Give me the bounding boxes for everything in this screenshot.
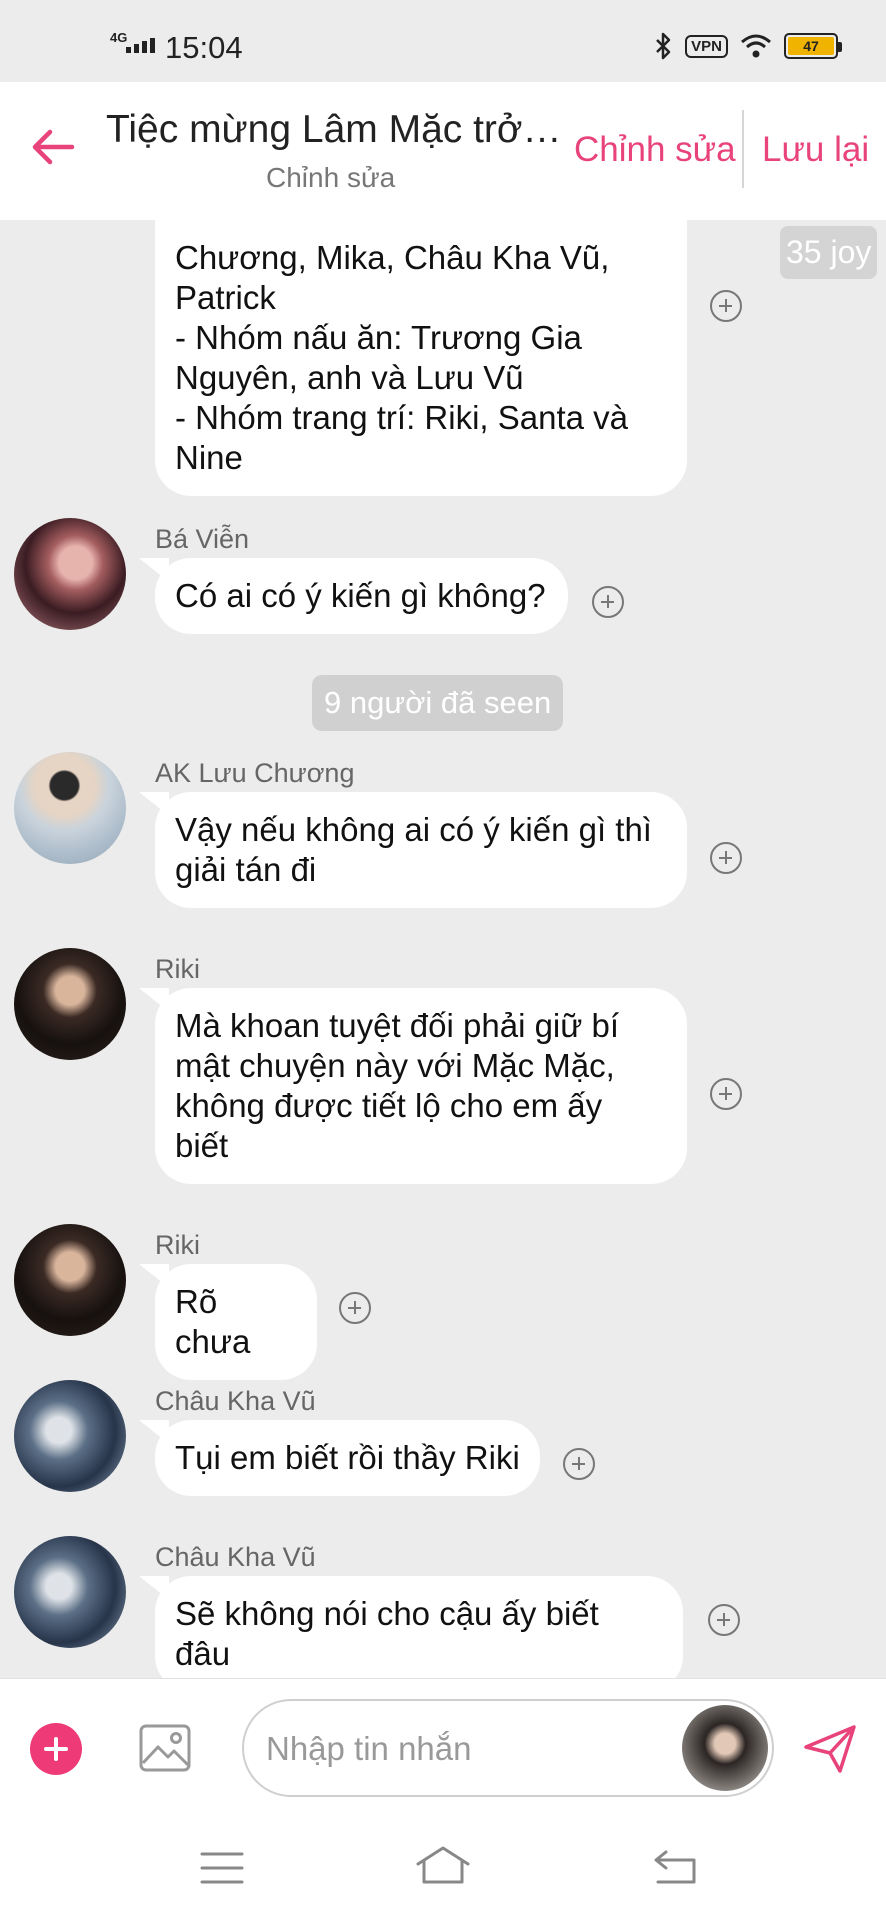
send-icon[interactable] xyxy=(802,1721,858,1777)
sender-name: Châu Kha Vũ xyxy=(155,1386,316,1416)
save-button[interactable]: Lưu lại xyxy=(762,130,869,170)
back-icon[interactable] xyxy=(652,1848,698,1886)
network-type: 4G xyxy=(110,30,128,45)
avatar[interactable] xyxy=(14,518,126,630)
vpn-badge: VPN xyxy=(685,34,728,58)
image-icon[interactable] xyxy=(138,1721,192,1775)
message-line: không được tiết lộ cho em ấy xyxy=(175,1087,603,1124)
message-line: biết xyxy=(175,1127,229,1164)
message-line: Patrick xyxy=(175,279,276,316)
message-line: Nine xyxy=(175,439,243,476)
message-list[interactable]: Chương, Mika, Châu Kha Vũ, Patrick - Nhó… xyxy=(0,220,886,1678)
avatar[interactable] xyxy=(14,948,126,1060)
status-time: 15:04 xyxy=(165,30,243,65)
sender-name: AK Lưu Chương xyxy=(155,758,355,788)
message-line: Có ai có ý kiến gì không? xyxy=(175,577,546,614)
seen-notice: 9 người đã seen xyxy=(312,675,564,731)
message-line: - Nhóm nấu ăn: Trương Gia xyxy=(175,319,582,356)
message-line: Chương, Mika, Châu Kha Vũ, xyxy=(175,239,610,276)
composer-bar xyxy=(0,1678,886,1818)
message-line: - Nhóm trang trí: Riki, Santa và xyxy=(175,399,628,436)
status-bar: 4G 15:04 VPN 47 xyxy=(0,0,886,82)
chat-title: Tiệc mừng Lâm Mặc trở … xyxy=(106,108,566,151)
message-bubble[interactable]: Tụi em biết rồi thầy Riki xyxy=(155,1420,540,1496)
menu-icon[interactable] xyxy=(200,1850,244,1886)
message-line: Mà khoan tuyệt đối phải giữ bí xyxy=(175,1007,620,1044)
add-reaction-button[interactable] xyxy=(708,1604,740,1636)
chat-subtitle: Chỉnh sửa xyxy=(266,162,396,193)
bluetooth-icon xyxy=(656,32,671,60)
message-bubble[interactable]: Sẽ không nói cho cậu ấy biết đâu xyxy=(155,1576,683,1678)
avatar[interactable] xyxy=(14,1380,126,1492)
message-bubble[interactable]: Mà khoan tuyệt đối phải giữ bí mật chuyệ… xyxy=(155,988,687,1184)
signal-icon xyxy=(126,38,155,53)
add-reaction-button[interactable] xyxy=(563,1448,595,1480)
status-icons: VPN 47 xyxy=(655,32,842,60)
message-bubble[interactable]: Có ai có ý kiến gì không? xyxy=(155,558,568,634)
add-reaction-button[interactable] xyxy=(339,1292,371,1324)
sender-name: Riki xyxy=(155,1230,200,1260)
chat-header: Tiệc mừng Lâm Mặc trở … Chỉnh sửa Chỉnh … xyxy=(0,82,886,220)
avatar[interactable] xyxy=(682,1705,768,1791)
sender-name: Riki xyxy=(155,954,200,984)
battery-level: 47 xyxy=(788,37,834,55)
avatar[interactable] xyxy=(14,1224,126,1336)
home-icon[interactable] xyxy=(414,1844,472,1888)
message-line: Sẽ không nói cho cậu ấy biết đâu xyxy=(175,1595,599,1672)
add-reaction-button[interactable] xyxy=(710,842,742,874)
message-bubble[interactable]: Chương, Mika, Châu Kha Vũ, Patrick - Nhó… xyxy=(155,220,687,496)
wifi-icon xyxy=(741,34,771,58)
add-reaction-button[interactable] xyxy=(592,586,624,618)
sender-name: Bá Viễn xyxy=(155,524,250,554)
message-line: Rõ chưa xyxy=(175,1283,251,1360)
message-line: Nguyên, anh và Lưu Vũ xyxy=(175,359,524,396)
system-nav-bar xyxy=(0,1818,886,1920)
header-divider xyxy=(742,110,744,188)
message-bubble[interactable]: Rõ chưa xyxy=(155,1264,317,1380)
arrow-left-icon[interactable] xyxy=(28,122,78,172)
message-line: Tụi em biết rồi thầy Riki xyxy=(175,1439,520,1476)
message-line: giải tán đi xyxy=(175,851,317,888)
message-line: Vậy nếu không ai có ý kiến gì thì xyxy=(175,811,652,848)
message-input[interactable] xyxy=(266,1725,666,1773)
edit-button[interactable]: Chỉnh sửa xyxy=(574,130,736,170)
joy-badge: 35 joy xyxy=(780,226,878,279)
avatar[interactable] xyxy=(14,1536,126,1648)
sender-name: Châu Kha Vũ xyxy=(155,1542,316,1572)
add-reaction-button[interactable] xyxy=(710,1078,742,1110)
message-line: mật chuyện này với Mặc Mặc, xyxy=(175,1047,615,1084)
battery-icon: 47 xyxy=(784,33,842,59)
avatar[interactable] xyxy=(14,752,126,864)
message-input-wrapper xyxy=(242,1699,774,1797)
message-bubble[interactable]: Vậy nếu không ai có ý kiến gì thì giải t… xyxy=(155,792,687,908)
plus-icon[interactable] xyxy=(30,1723,82,1775)
add-reaction-button[interactable] xyxy=(710,290,742,322)
